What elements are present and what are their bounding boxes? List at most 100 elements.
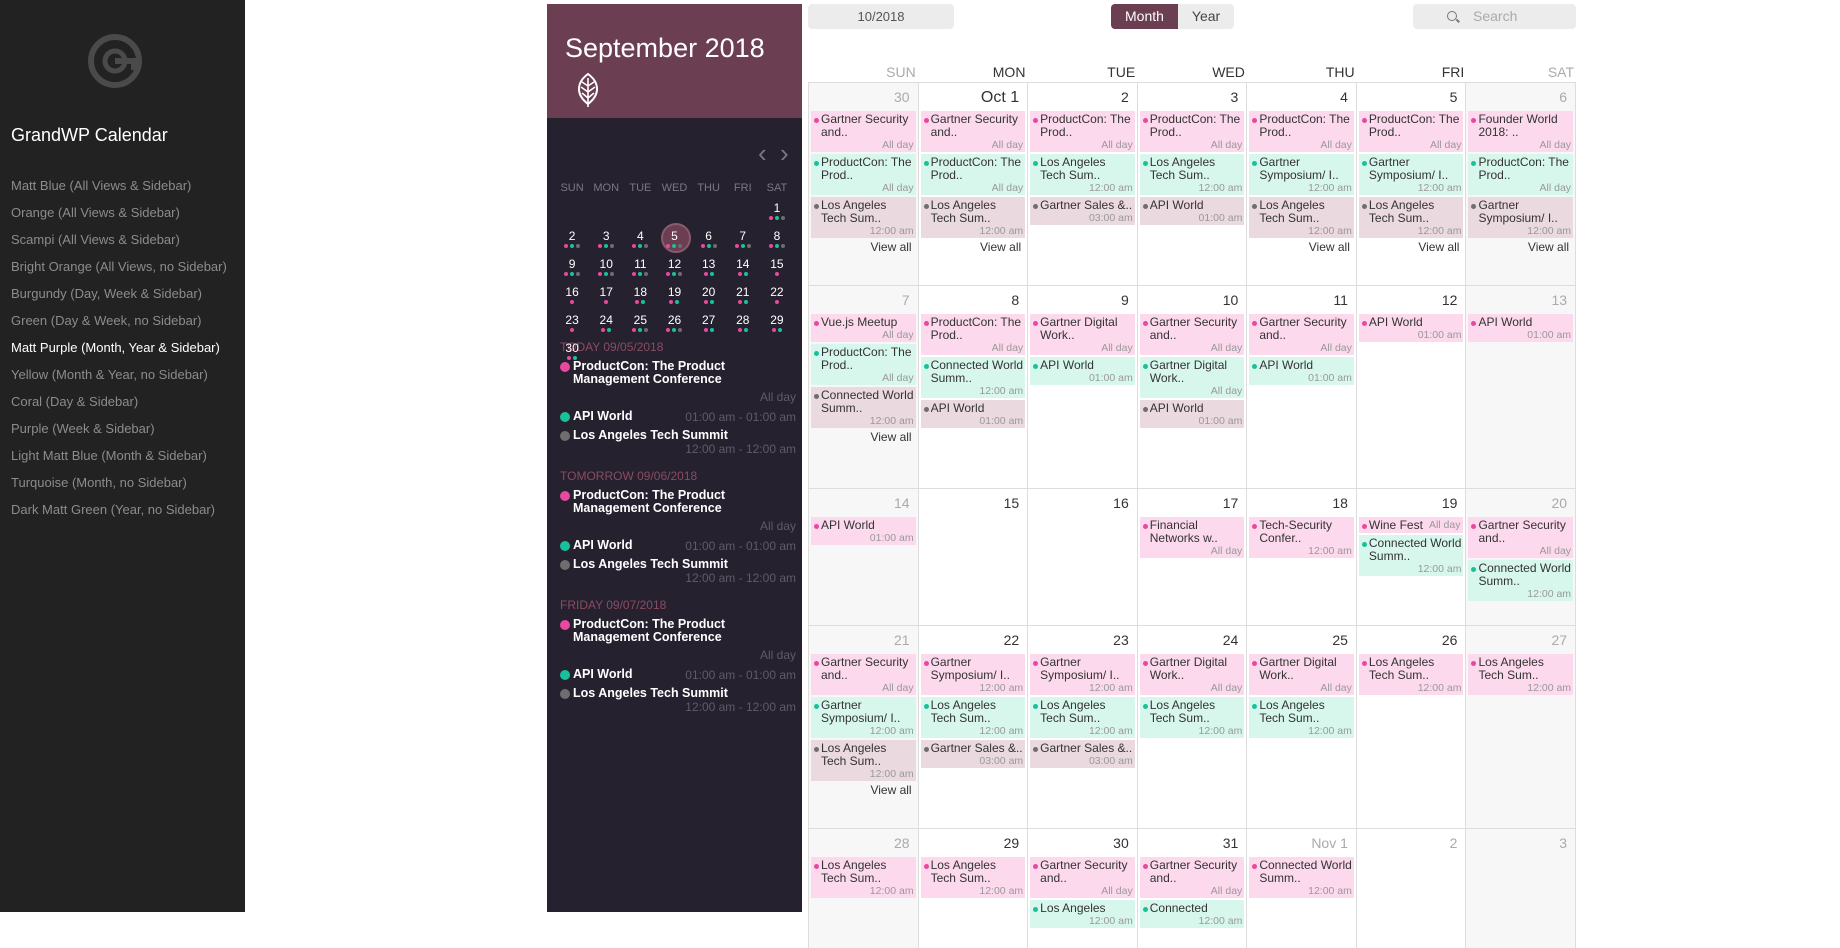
calendar-event[interactable]: Connected World Summ.. 12:00 am [1468, 560, 1574, 601]
calendar-event[interactable]: ProductCon: The Prod.. All day [1468, 154, 1574, 195]
mini-day[interactable]: 1 [760, 194, 794, 222]
day-cell[interactable]: 18 Tech-Security Confer.. 12:00 am [1246, 489, 1356, 625]
day-cell[interactable]: 4 ProductCon: The Prod.. All day Gartner Sy… [1246, 83, 1356, 285]
mini-day[interactable]: 19 [657, 278, 691, 306]
calendar-event[interactable]: Los Angeles Tech Sum.. 12:00 am [1139, 697, 1245, 738]
mini-day[interactable]: 14 [726, 250, 760, 278]
calendar-event[interactable]: Gartner Security and.. All day [1249, 314, 1354, 355]
upcoming-event[interactable]: API World 01:00 am - 01:00 am [560, 410, 796, 424]
day-cell[interactable]: 15 [917, 489, 1028, 625]
day-cell[interactable]: 11 Gartner Security and.. All day API World… [1246, 286, 1356, 488]
day-cell[interactable]: 2 [1355, 829, 1466, 948]
day-cell[interactable]: 12 API World 01:00 am [1355, 286, 1466, 488]
day-cell[interactable]: 20 Gartner Security and.. All day Connected… [1465, 489, 1577, 625]
calendar-event[interactable]: Gartner Symposium/ I.. 12:00 am [920, 654, 1026, 695]
theme-link[interactable]: Matt Purple (Month, Year & Sidebar) [11, 338, 227, 365]
mini-day[interactable]: 15 [760, 250, 794, 278]
day-cell[interactable]: 14 API World 01:00 am [808, 489, 918, 625]
calendar-event[interactable]: Gartner Symposium/ I.. 12:00 am [1358, 154, 1464, 195]
calendar-event[interactable]: Los Angeles Tech Sum.. 12:00 am [1030, 697, 1135, 738]
calendar-event[interactable]: API World 01:00 am [1139, 197, 1245, 225]
day-cell[interactable]: 5 ProductCon: The Prod.. All day Gartner Sy… [1355, 83, 1466, 285]
mini-day[interactable]: 18 [623, 278, 657, 306]
day-cell[interactable]: 30 Gartner Security and.. All day ProductCo… [808, 83, 918, 285]
day-cell[interactable]: 31 Gartner Security and.. All day Connected… [1136, 829, 1247, 948]
calendar-event[interactable]: ProductCon: The Prod.. All day [1249, 111, 1354, 152]
calendar-event[interactable]: Gartner Security and.. All day [920, 111, 1026, 152]
calendar-event[interactable]: Founder World 2018: .. All day [1468, 111, 1574, 152]
mini-day[interactable]: 11 [623, 250, 657, 278]
day-cell[interactable]: 3 [1465, 829, 1577, 948]
theme-link[interactable]: Green (Day & Week, no Sidebar) [11, 311, 227, 338]
mini-day[interactable]: 17 [589, 278, 623, 306]
day-cell[interactable]: 9 Gartner Digital Work.. All day API World 0… [1027, 286, 1137, 488]
calendar-event[interactable]: Los Angeles Tech Sum.. 12:00 am [811, 857, 916, 898]
view-all-link[interactable]: View all [921, 240, 1026, 254]
calendar-event[interactable]: ProductCon: The Prod.. All day [1030, 111, 1135, 152]
calendar-event[interactable]: Gartner Symposium/ I.. 12:00 am [1030, 654, 1135, 695]
theme-link[interactable]: Yellow (Month & Year, no Sidebar) [11, 365, 227, 392]
calendar-event[interactable]: Financial Networks w.. All day [1139, 517, 1245, 558]
mini-day[interactable]: 25 [623, 306, 657, 334]
calendar-event[interactable]: Gartner Symposium/ I.. 12:00 am [1468, 197, 1574, 238]
date-picker-input[interactable]: 10/2018 [808, 4, 954, 29]
search-input[interactable]: Search [1413, 4, 1576, 29]
day-cell[interactable]: 6 Founder World 2018: .. All day ProductCon… [1465, 83, 1577, 285]
day-cell[interactable]: 30 Gartner Security and.. All day Los Angel… [1027, 829, 1137, 948]
upcoming-event[interactable]: Los Angeles Tech Summit 12:00 am - 12:00 … [560, 429, 796, 456]
view-all-link[interactable]: View all [811, 240, 916, 254]
calendar-event[interactable]: Wine Fest All day [1358, 517, 1464, 533]
mini-day[interactable]: 4 [623, 222, 657, 250]
mini-day[interactable]: 28 [726, 306, 760, 334]
calendar-event[interactable]: Gartner Security and.. All day [1468, 517, 1574, 558]
calendar-event[interactable]: Los Angeles Tech Sum.. 12:00 am [1468, 654, 1574, 695]
theme-link[interactable]: Burgundy (Day, Week & Sidebar) [11, 284, 227, 311]
day-cell[interactable]: 29 Los Angeles Tech Sum.. 12:00 am [917, 829, 1028, 948]
theme-link[interactable]: Scampi (All Views & Sidebar) [11, 230, 227, 257]
calendar-event[interactable]: Connected World Summ.. 12:00 am [1358, 535, 1464, 576]
day-cell[interactable]: 28 Los Angeles Tech Sum.. 12:00 am [808, 829, 918, 948]
theme-link[interactable]: Dark Matt Green (Year, no Sidebar) [11, 500, 227, 527]
day-cell[interactable]: 17 Financial Networks w.. All day [1136, 489, 1247, 625]
calendar-event[interactable]: Gartner Security and.. All day [1139, 314, 1245, 355]
view-all-link[interactable]: View all [1468, 240, 1573, 254]
day-cell[interactable]: Nov 1 Connected World Summ.. 12:00 am [1246, 829, 1356, 948]
mini-day[interactable]: 12 [657, 250, 691, 278]
theme-link[interactable]: Turquoise (Month, no Sidebar) [11, 473, 227, 500]
calendar-event[interactable]: API World 01:00 am [1249, 357, 1354, 385]
calendar-event[interactable]: Gartner Sales &.. 03:00 am [920, 740, 1026, 768]
mini-day[interactable]: 22 [760, 278, 794, 306]
view-year-button[interactable]: Year [1177, 4, 1235, 29]
upcoming-event[interactable]: ProductCon: The Product Management Confe… [560, 489, 796, 533]
calendar-event[interactable]: Gartner Digital Work.. All day [1249, 654, 1354, 695]
view-all-link[interactable]: View all [811, 430, 916, 444]
calendar-event[interactable]: ProductCon: The Prod.. All day [1139, 111, 1245, 152]
day-cell[interactable]: 26 Los Angeles Tech Sum.. 12:00 am [1355, 626, 1466, 828]
upcoming-event[interactable]: ProductCon: The Product Management Confe… [560, 618, 796, 662]
calendar-event[interactable]: API World 01:00 am [811, 517, 916, 545]
calendar-event[interactable]: Gartner Security and.. All day [811, 654, 916, 695]
day-cell[interactable]: 27 Los Angeles Tech Sum.. 12:00 am [1465, 626, 1577, 828]
mini-day[interactable]: 21 [726, 278, 760, 306]
mini-day[interactable]: 24 [589, 306, 623, 334]
calendar-event[interactable]: Connected World Summ.. 12:00 am [920, 357, 1026, 398]
mini-day[interactable]: 13 [692, 250, 726, 278]
calendar-event[interactable]: Los Angeles Tech Sum.. 12:00 am [1358, 197, 1464, 238]
day-cell[interactable]: 10 Gartner Security and.. All day Gartner D… [1136, 286, 1247, 488]
calendar-event[interactable]: Los Angeles Tech Sum.. 12:00 am [811, 740, 916, 781]
calendar-event[interactable]: API World 01:00 am [920, 400, 1026, 428]
view-all-link[interactable]: View all [1359, 240, 1464, 254]
view-month-button[interactable]: Month [1111, 4, 1178, 29]
calendar-event[interactable]: Los Angeles Tech Sum.. 12:00 am [1030, 154, 1135, 195]
day-cell[interactable]: 21 Gartner Security and.. All day Gartner S… [808, 626, 918, 828]
theme-link[interactable]: Coral (Day & Sidebar) [11, 392, 227, 419]
calendar-event[interactable]: ProductCon: The Prod.. All day [1358, 111, 1464, 152]
calendar-event[interactable]: Connected World Summ.. 12:00 am [811, 387, 916, 428]
mini-day[interactable]: 27 [692, 306, 726, 334]
day-cell[interactable]: 2 ProductCon: The Prod.. All day Los Angele… [1027, 83, 1137, 285]
mini-day[interactable]: 7 [726, 222, 760, 250]
calendar-event[interactable]: ProductCon: The Prod.. All day [811, 154, 916, 195]
mini-day[interactable]: 16 [555, 278, 589, 306]
calendar-event[interactable]: ProductCon: The Prod.. All day [920, 154, 1026, 195]
calendar-event[interactable]: Vue.js Meetup All day [811, 314, 916, 342]
